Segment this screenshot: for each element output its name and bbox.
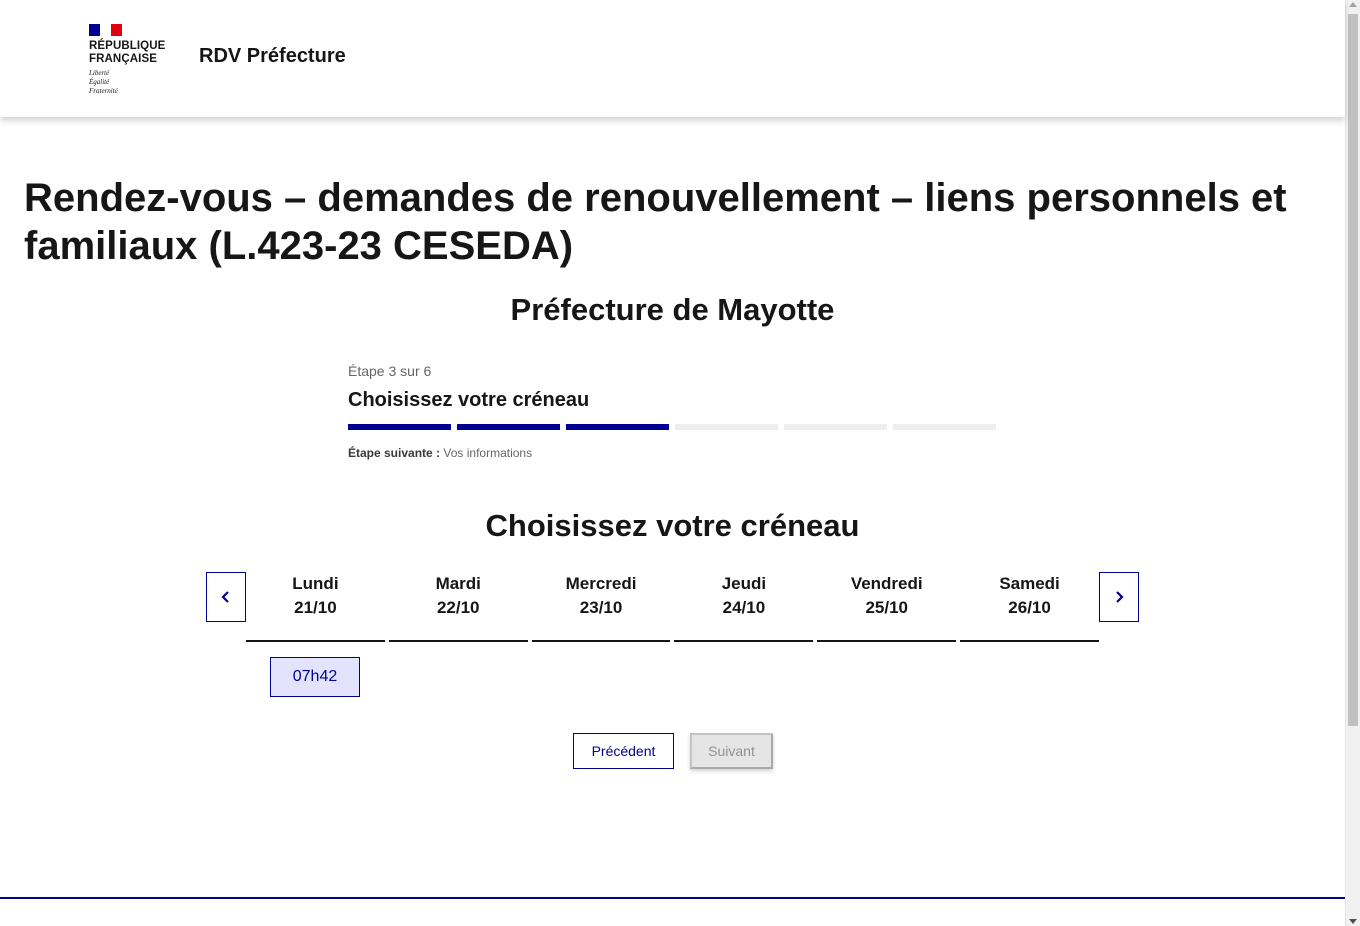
day-date: 21/10 xyxy=(294,598,337,617)
day-date: 23/10 xyxy=(579,598,623,617)
day-date: 22/10 xyxy=(436,598,480,617)
chevron-left-icon xyxy=(221,591,229,603)
day-column: Mercredi 23/10 xyxy=(531,572,671,642)
motto-egalite: Égalité xyxy=(89,78,110,86)
calendar-days: Lundi 21/10 Mardi 22/10 Mercredi 23/10 J… xyxy=(246,572,1099,642)
time-slot-button[interactable]: 07h42 xyxy=(270,657,360,697)
stepper-bar-4 xyxy=(675,424,778,430)
republique-francaise-text: RÉPUBLIQUE FRANÇAISE xyxy=(89,40,179,66)
stepper-next-step: Étape suivante : Vos informations xyxy=(348,446,998,460)
section-title: Choisissez votre créneau xyxy=(485,508,860,543)
next-button[interactable]: Suivant xyxy=(690,733,773,769)
stepper: Étape 3 sur 6 Choisissez votre créneau É… xyxy=(348,363,998,460)
footer-top-border xyxy=(0,897,1345,899)
day-column: Jeudi 24/10 xyxy=(674,572,814,642)
francaise-line: FRANÇAISE xyxy=(89,53,157,65)
day-name: Jeudi xyxy=(721,574,767,593)
chevron-right-icon xyxy=(1116,591,1124,603)
stepper-next-value: Vos informations xyxy=(443,446,533,460)
day-name: Samedi xyxy=(999,574,1060,593)
stepper-bar-3 xyxy=(566,424,669,430)
stepper-bar-1 xyxy=(348,424,451,430)
stepper-next-label: Étape suivante : xyxy=(348,446,441,460)
day-date: 26/10 xyxy=(1008,598,1051,617)
vertical-scrollbar[interactable] xyxy=(1345,0,1360,926)
day-date: 24/10 xyxy=(722,598,766,617)
republique-line: RÉPUBLIQUE xyxy=(89,40,166,52)
scroll-down-arrow-icon[interactable] xyxy=(1349,919,1357,924)
stepper-bar-2 xyxy=(457,424,560,430)
prefecture-title: Préfecture de Mayotte xyxy=(510,292,835,327)
page-title: Rendez-vous – demandes de renouvellement… xyxy=(24,176,1287,268)
day-column: Samedi 26/10 xyxy=(960,572,1099,642)
stepper-progress xyxy=(348,424,998,430)
stepper-title: Choisissez votre créneau xyxy=(348,389,590,411)
motto: Liberté Égalité Fraternité xyxy=(89,69,179,96)
day-date: 25/10 xyxy=(865,598,908,617)
french-flag-icon xyxy=(89,24,122,36)
day-name: Lundi xyxy=(292,574,339,593)
republique-francaise-logo[interactable]: RÉPUBLIQUE FRANÇAISE Liberté Égalité Fra… xyxy=(89,24,179,96)
motto-liberte: Liberté xyxy=(89,69,110,77)
day-column: Vendredi 25/10 xyxy=(817,572,957,642)
day-name: Mardi xyxy=(435,574,481,593)
previous-days-button[interactable] xyxy=(206,572,246,622)
previous-button[interactable]: Précédent xyxy=(573,733,674,769)
stepper-bar-6 xyxy=(893,424,996,430)
stepper-state: Étape 3 sur 6 xyxy=(348,363,432,379)
day-column: Mardi 22/10 xyxy=(388,572,528,642)
stepper-bar-5 xyxy=(784,424,887,430)
day-name: Vendredi xyxy=(850,574,923,593)
scroll-up-arrow-icon[interactable] xyxy=(1349,2,1357,7)
motto-fraternite: Fraternité xyxy=(89,87,118,95)
day-name: Mercredi xyxy=(565,574,637,593)
site-header: RÉPUBLIQUE FRANÇAISE Liberté Égalité Fra… xyxy=(0,0,1345,117)
next-days-button[interactable] xyxy=(1099,572,1139,622)
scrollbar-thumb[interactable] xyxy=(1348,14,1358,726)
service-title[interactable]: RDV Préfecture xyxy=(199,45,346,68)
day-column: Lundi 21/10 xyxy=(246,572,385,642)
